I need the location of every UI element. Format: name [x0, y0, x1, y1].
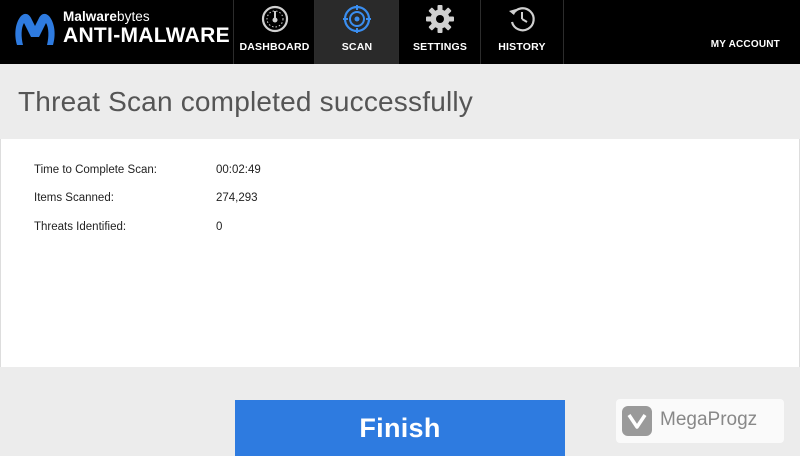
scan-results-panel: Time to Complete Scan: 00:02:49 Items Sc…	[0, 139, 800, 367]
tab-label: DASHBOARD	[239, 41, 310, 53]
footer-bar: Finish MegaProgz	[0, 367, 800, 456]
tab-label: SCAN	[341, 41, 373, 53]
tab-history[interactable]: HISTORY	[480, 0, 564, 64]
watermark-text: MegaProgz	[660, 409, 758, 430]
brand-name: Malwarebytes	[63, 9, 150, 24]
tab-label: SETTINGS	[412, 41, 468, 53]
speedometer-icon	[261, 5, 288, 33]
tab-label: HISTORY	[498, 41, 546, 53]
watermark: MegaProgz	[616, 399, 784, 443]
product-name: ANTI-MALWARE	[63, 24, 230, 47]
tab-scan[interactable]: SCAN	[314, 0, 399, 64]
clock-history-icon	[509, 7, 535, 32]
page-header: Threat Scan completed successfully	[0, 64, 800, 139]
brand-logo: Malwarebytes ANTI-MALWARE	[0, 0, 233, 64]
page-title: Threat Scan completed successfully	[18, 86, 474, 117]
tab-dashboard[interactable]: DASHBOARD	[233, 0, 315, 64]
result-label: Time to Complete Scan:	[34, 164, 157, 176]
result-value: 274,293	[216, 192, 258, 204]
malwarebytes-logo-icon	[15, 13, 55, 45]
top-nav-bar: Malwarebytes ANTI-MALWARE DASHBOARD SCAN	[0, 0, 800, 64]
watermark-logo-icon	[622, 406, 652, 436]
target-icon	[343, 5, 371, 33]
gear-icon	[426, 5, 454, 33]
result-value: 0	[216, 221, 223, 233]
result-label: Threats Identified:	[34, 221, 127, 233]
result-value: 00:02:49	[216, 164, 261, 176]
finish-button[interactable]: Finish	[235, 400, 565, 456]
my-account-link[interactable]: MY ACCOUNT	[711, 39, 780, 50]
tab-settings[interactable]: SETTINGS	[398, 0, 481, 64]
result-label: Items Scanned:	[34, 192, 114, 204]
